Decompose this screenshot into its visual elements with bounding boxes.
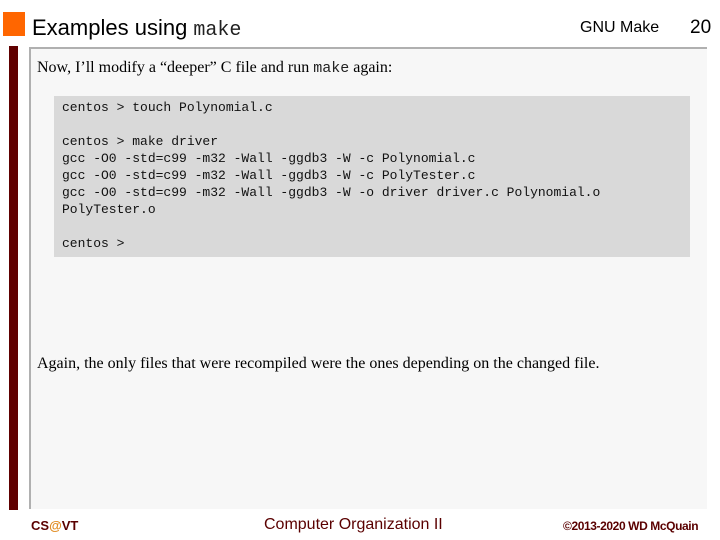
terminal-line: centos > touch Polynomial.c xyxy=(62,100,273,115)
page-number: 20 xyxy=(690,17,712,38)
terminal-line: PolyTester.o xyxy=(62,202,156,217)
conclusion-text: Again, the only files that were recompil… xyxy=(37,355,600,372)
footer-logo-at: @ xyxy=(49,518,62,533)
intro-code: make xyxy=(313,60,350,77)
slide-title-code: make xyxy=(193,19,242,42)
title-accent-square xyxy=(3,12,25,36)
terminal-line: gcc -O0 -std=c99 -m32 -Wall -ggdb3 -W -c… xyxy=(62,151,476,166)
slide-title-text: Examples using xyxy=(32,15,194,40)
terminal-output: centos > touch Polynomial.c centos > mak… xyxy=(54,96,690,257)
terminal-line: centos > xyxy=(62,236,125,251)
intro-text: Now, I’ll modify a “deeper” C file and r… xyxy=(37,59,392,77)
terminal-line: gcc -O0 -std=c99 -m32 -Wall -ggdb3 -W -c… xyxy=(62,168,476,183)
slide-title: Examples using make xyxy=(32,14,241,45)
footer-logo-text: CS@VT xyxy=(31,518,78,533)
left-accent-bar xyxy=(9,46,18,510)
footer-logo-vt: VT xyxy=(61,518,79,533)
terminal-line: centos > make driver xyxy=(62,134,219,149)
footer-copyright: ©2013-2020 WD McQuain xyxy=(563,519,699,533)
footer-logo-cs: CS xyxy=(31,518,50,533)
footer-course-title: Computer Organization II xyxy=(264,516,443,533)
intro-text-before: Now, I’ll modify a “deeper” C file and r… xyxy=(37,59,314,76)
terminal-line: gcc -O0 -std=c99 -m32 -Wall -ggdb3 -W -o… xyxy=(62,185,601,200)
intro-text-after: again: xyxy=(349,59,393,76)
slide-topic: GNU Make xyxy=(580,19,660,36)
